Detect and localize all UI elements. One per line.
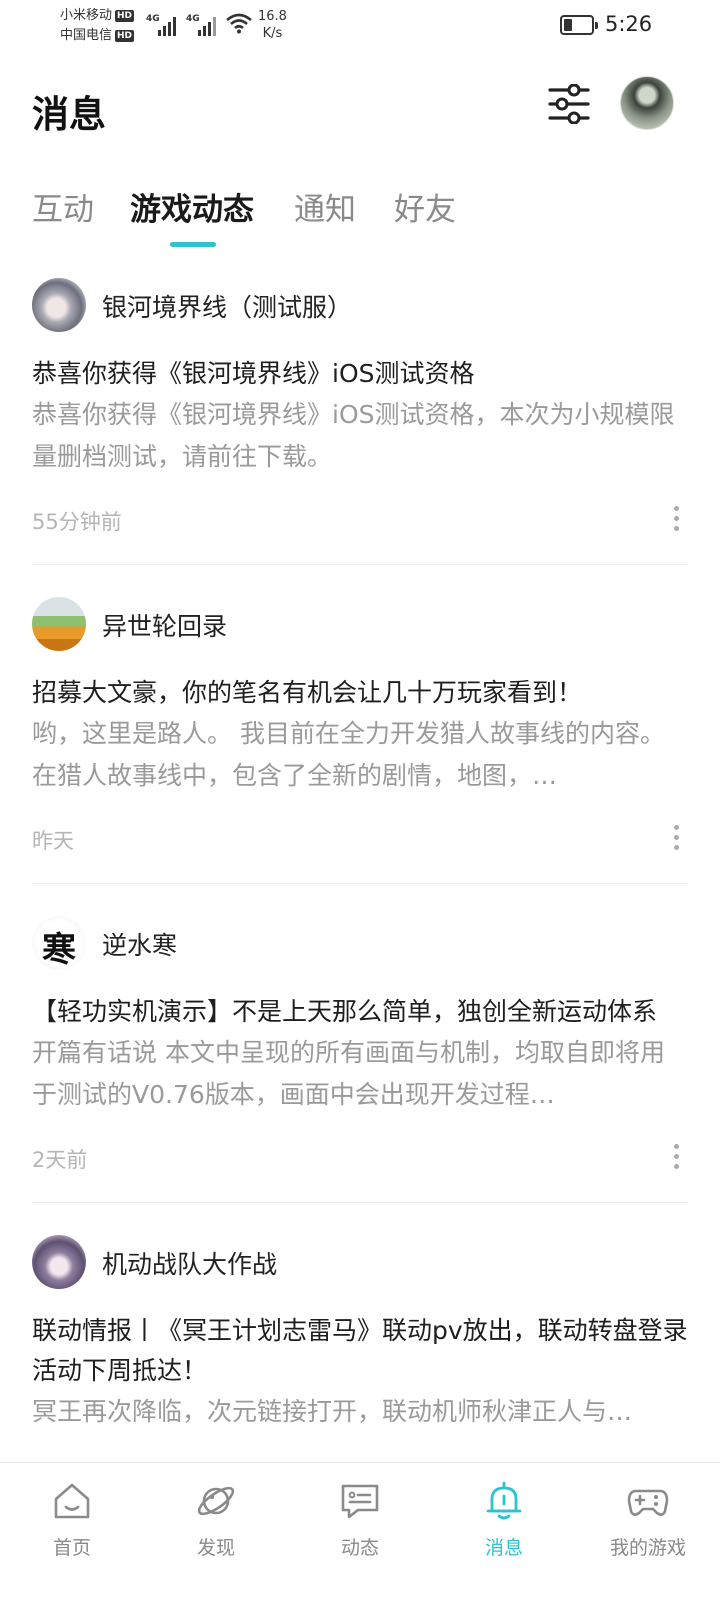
status-bar: 小米移动 HD 中国电信 HD 4G 4G 16.8 K/s 5:26 (0, 0, 720, 52)
more-vertical-icon[interactable] (666, 823, 686, 853)
tab-notifications[interactable]: 通知 (294, 184, 356, 229)
signal-2-icon: 4G (186, 14, 220, 36)
tab-interaction[interactable]: 互动 (32, 184, 94, 229)
game-name[interactable]: 逆水寒 (102, 926, 177, 962)
hd-badge: HD (115, 29, 135, 42)
bottom-nav: 首页 发现 动态 消息 我的游戏 (0, 1462, 720, 1600)
game-avatar[interactable] (32, 278, 86, 332)
nav-discover[interactable]: 发现 (144, 1463, 288, 1600)
game-name[interactable]: 机动战队大作战 (102, 1245, 277, 1281)
message-title: 恭喜你获得《银河境界线》iOS测试资格 (32, 359, 475, 388)
status-time: 5:26 (605, 12, 653, 36)
page-title: 消息 (32, 93, 106, 136)
message-body: 开篇有话说 本文中呈现的所有画面与机制，均取自即将用于测试的V0.76版本，画面… (32, 1038, 665, 1109)
nav-feed[interactable]: 动态 (288, 1463, 432, 1600)
message-title: 招募大文豪，你的笔名有机会让几十万玩家看到！ (32, 678, 583, 707)
message-time: 55分钟前 (32, 510, 122, 534)
bell-icon (486, 1481, 522, 1520)
user-avatar[interactable] (620, 76, 674, 130)
carrier-info: 小米移动 HD 中国电信 HD (60, 6, 135, 46)
game-name[interactable]: 异世轮回录 (102, 607, 227, 643)
game-name[interactable]: 银河境界线（测试服） (102, 288, 352, 324)
message-title: 联动情报丨《冥王计划志雷马》联动pv放出，联动转盘登录活动下周抵达！ (32, 1316, 688, 1385)
more-vertical-icon[interactable] (666, 1142, 686, 1172)
signal-1-icon: 4G (146, 14, 180, 36)
list-item[interactable]: 寒 逆水寒 【轻功实机演示】不是上天那么简单，独创全新运动体系 开篇有话说 本文… (32, 884, 688, 1203)
network-speed: 16.8 K/s (258, 8, 287, 42)
game-avatar[interactable] (32, 1235, 86, 1289)
message-body: 哟，这里是路人。 我目前在全力开发猎人故事线的内容。 在猎人故事线中，包含了全新… (32, 719, 665, 790)
planet-icon (197, 1486, 235, 1516)
network-tag: 4G (186, 14, 200, 24)
home-icon (54, 1483, 90, 1519)
nav-label: 发现 (196, 1537, 235, 1559)
carrier-1: 小米移动 (60, 8, 113, 23)
active-tab-indicator (170, 242, 216, 247)
nav-label: 首页 (52, 1537, 91, 1559)
message-body: 冥王再次降临，次元链接打开，联动机师秋津正人与… (32, 1397, 633, 1426)
list-item[interactable]: 异世轮回录 招募大文豪，你的笔名有机会让几十万玩家看到！ 哟，这里是路人。 我目… (32, 565, 688, 884)
message-title: 【轻功实机演示】不是上天那么简单，独创全新运动体系 (32, 997, 658, 1026)
nav-home[interactable]: 首页 (0, 1463, 144, 1600)
hd-badge: HD (115, 9, 135, 22)
message-body: 恭喜你获得《银河境界线》iOS测试资格，本次为小规模限量删档测试，请前往下载。 (32, 400, 675, 471)
nav-label: 消息 (484, 1537, 523, 1559)
list-item[interactable]: 机动战队大作战 联动情报丨《冥王计划志雷马》联动pv放出，联动转盘登录活动下周抵… (32, 1203, 688, 1433)
nav-messages[interactable]: 消息 (432, 1463, 576, 1600)
network-tag: 4G (146, 14, 160, 24)
message-time: 昨天 (32, 829, 74, 853)
battery-icon (560, 15, 598, 35)
speed-value: 16.8 (258, 9, 287, 24)
more-vertical-icon[interactable] (666, 504, 686, 534)
gamepad-icon (627, 1489, 669, 1516)
tab-friends[interactable]: 好友 (394, 184, 456, 229)
list-item[interactable]: 银河境界线（测试服） 恭喜你获得《银河境界线》iOS测试资格 恭喜你获得《银河境… (32, 262, 688, 565)
game-avatar[interactable] (32, 597, 86, 651)
game-avatar[interactable]: 寒 (32, 916, 86, 970)
nav-label: 我的游戏 (609, 1537, 686, 1559)
avatar-calligraphy: 寒 (42, 930, 76, 970)
wifi-icon (226, 13, 252, 34)
carrier-2: 中国电信 (60, 28, 113, 43)
nav-label: 动态 (340, 1537, 379, 1559)
nav-my-games[interactable]: 我的游戏 (576, 1463, 720, 1600)
speed-unit: K/s (262, 26, 283, 41)
chat-icon (341, 1484, 379, 1519)
message-time: 2天前 (32, 1148, 88, 1172)
tab-game-news[interactable]: 游戏动态 (130, 184, 254, 229)
sliders-icon[interactable] (546, 84, 592, 124)
message-feed[interactable]: 银河境界线（测试服） 恭喜你获得《银河境界线》iOS测试资格 恭喜你获得《银河境… (0, 262, 720, 1462)
